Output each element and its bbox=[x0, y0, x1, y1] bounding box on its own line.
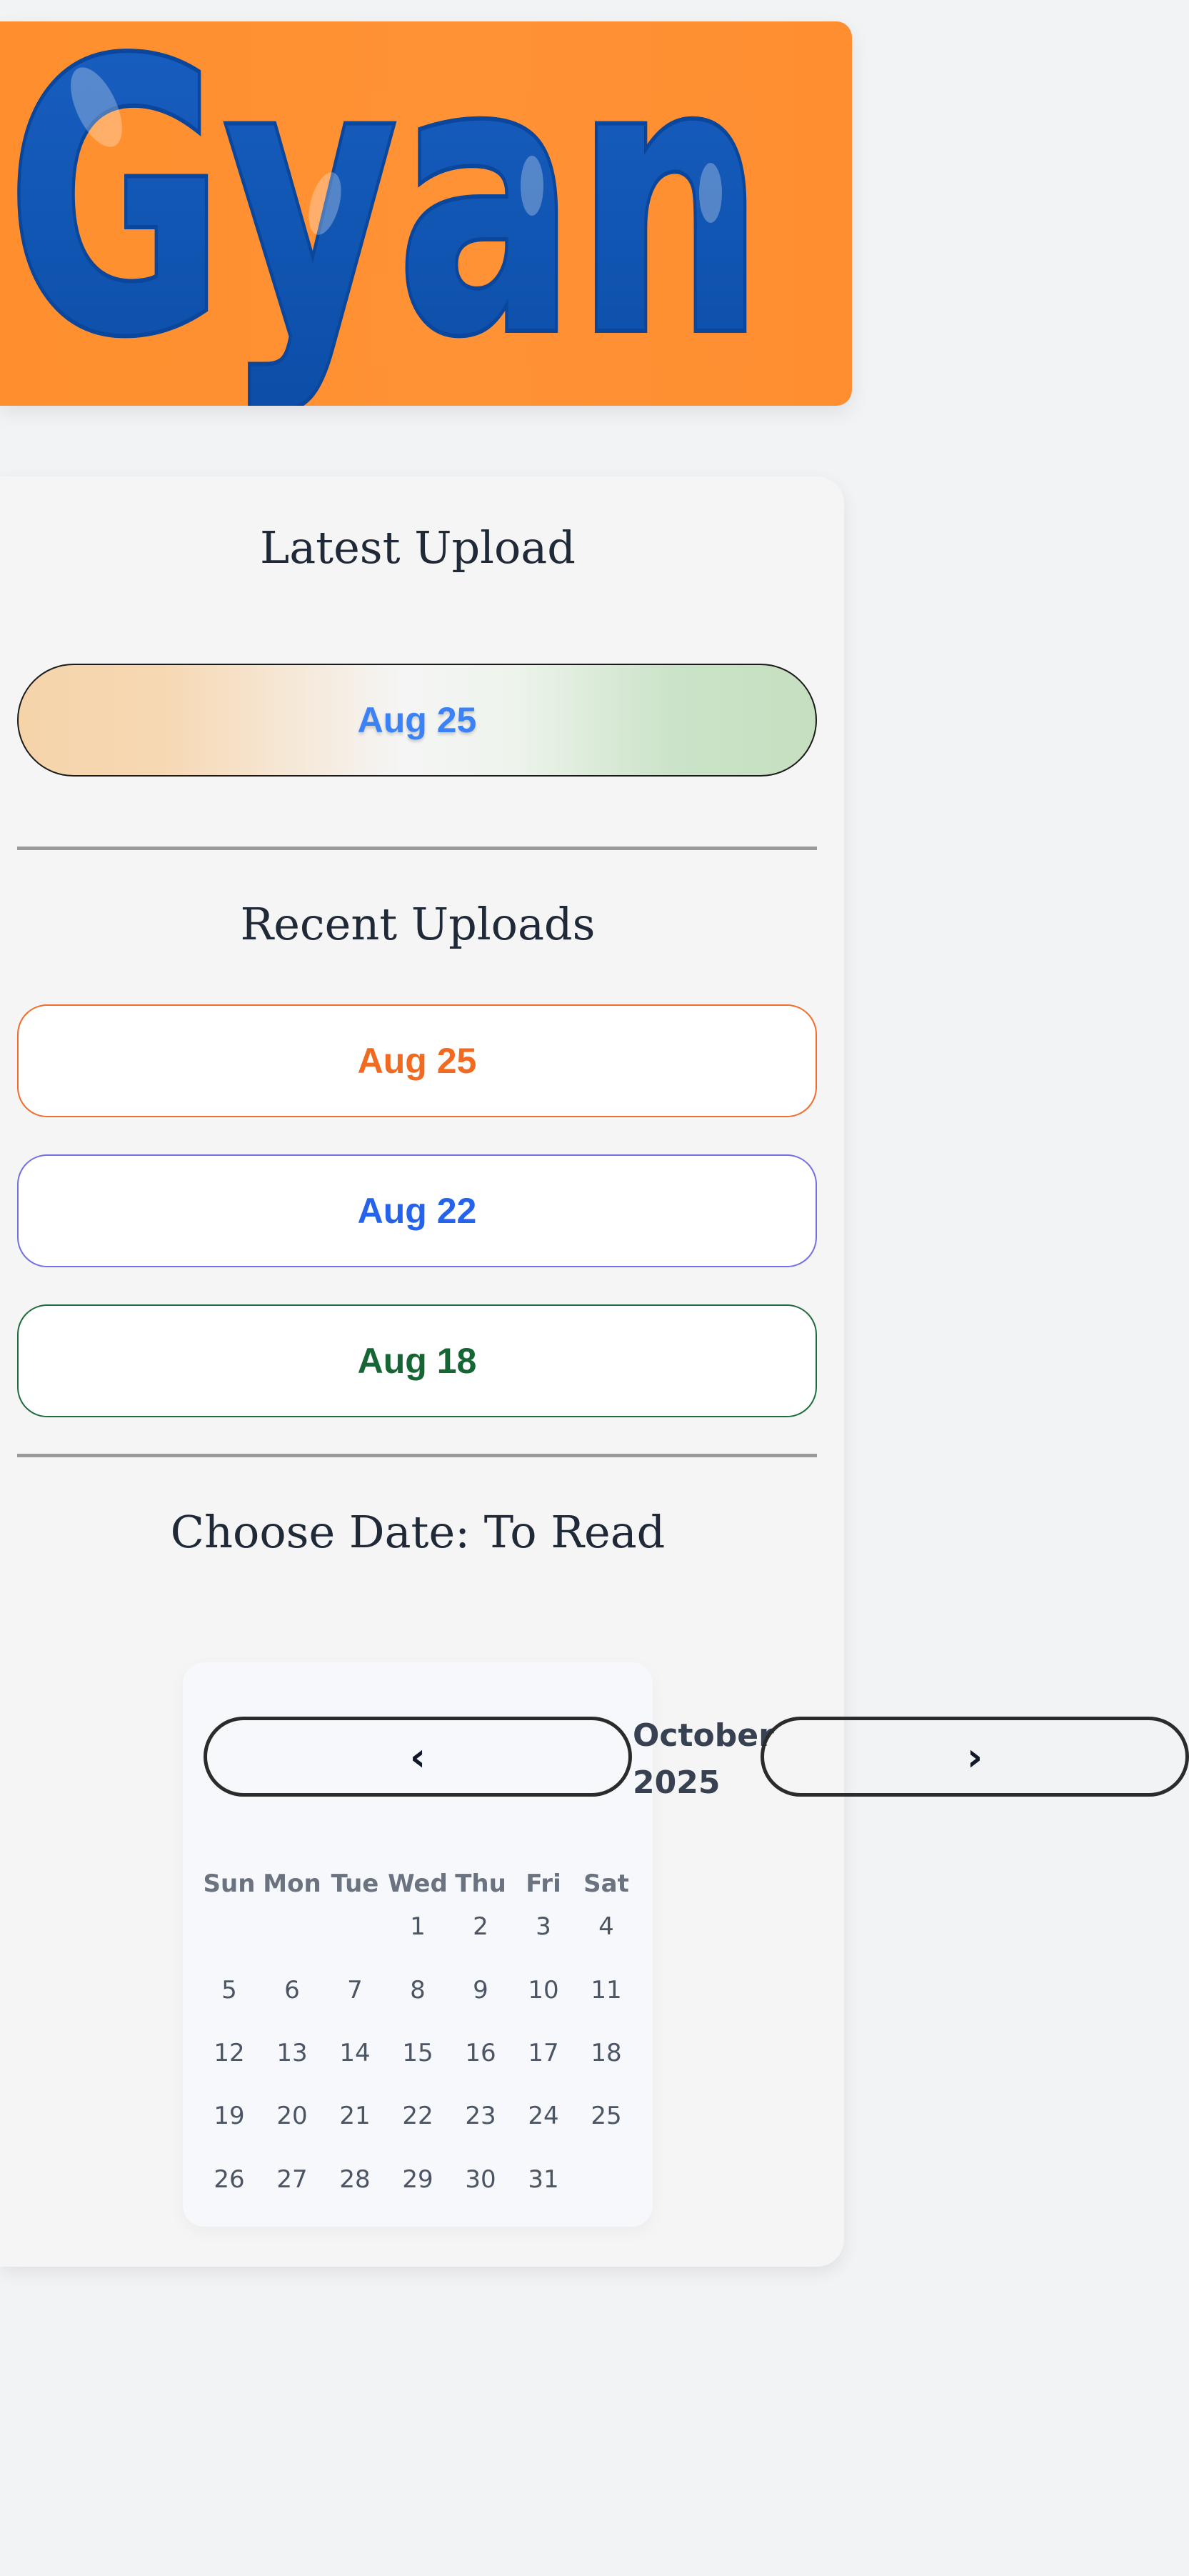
gyan-logo: Gyan bbox=[3, 21, 768, 406]
choose-date-title: Choose Date: To Read bbox=[170, 1506, 666, 1558]
calendar-day[interactable]: 26 bbox=[198, 2162, 261, 2197]
calendar-day[interactable]: 17 bbox=[512, 2035, 575, 2071]
recent-upload-aug-18-button[interactable]: Aug 18 bbox=[17, 1304, 817, 1417]
logo-text: Gyan bbox=[7, 21, 764, 406]
weekday-sat: Sat bbox=[583, 1869, 629, 1898]
calendar-day[interactable]: 27 bbox=[261, 2162, 323, 2197]
weekday-sun: Sun bbox=[203, 1869, 256, 1898]
divider bbox=[17, 847, 817, 850]
weekday-wed: Wed bbox=[388, 1869, 448, 1898]
calendar-day[interactable]: 10 bbox=[512, 1972, 575, 2008]
calendar-day[interactable]: 11 bbox=[575, 1972, 638, 2008]
calendar-day[interactable]: 23 bbox=[449, 2098, 512, 2134]
calendar-day[interactable]: 25 bbox=[575, 2098, 638, 2134]
calendar-day[interactable]: 24 bbox=[512, 2098, 575, 2134]
calendar-day[interactable]: 9 bbox=[449, 1972, 512, 2008]
calendar-day[interactable]: 2 bbox=[449, 1909, 512, 1945]
logo-banner: Gyan bbox=[0, 21, 852, 406]
calendar-day[interactable]: 6 bbox=[261, 1972, 323, 2008]
recent-upload-aug-22-button[interactable]: Aug 22 bbox=[17, 1154, 817, 1267]
calendar-day[interactable]: 18 bbox=[575, 2035, 638, 2071]
calendar-day[interactable]: 20 bbox=[261, 2098, 323, 2134]
calendar-day[interactable]: 12 bbox=[198, 2035, 261, 2071]
next-month-button[interactable]: › bbox=[761, 1717, 1189, 1797]
calendar-day[interactable]: 19 bbox=[198, 2098, 261, 2134]
calendar-day[interactable]: 21 bbox=[323, 2098, 386, 2134]
month-label: October 2025 bbox=[633, 1717, 774, 1801]
calendar-day[interactable]: 5 bbox=[198, 1972, 261, 2008]
calendar-day[interactable]: 14 bbox=[323, 2035, 386, 2071]
weekday-thu: Thu bbox=[455, 1869, 506, 1898]
calendar-day[interactable]: 31 bbox=[512, 2162, 575, 2197]
recent-uploads-title: Recent Uploads bbox=[240, 898, 596, 950]
latest-upload-button[interactable]: Aug 25 bbox=[17, 664, 817, 777]
recent-upload-aug-25-button[interactable]: Aug 25 bbox=[17, 1004, 817, 1117]
weekday-mon: Mon bbox=[263, 1869, 321, 1898]
previous-month-button[interactable]: ‹ bbox=[204, 1717, 632, 1797]
latest-upload-title: Latest Upload bbox=[260, 521, 576, 574]
calendar-day[interactable]: 16 bbox=[449, 2035, 512, 2071]
calendar-day[interactable]: 7 bbox=[323, 1972, 386, 2008]
calendar-day[interactable]: 29 bbox=[386, 2162, 449, 2197]
calendar-day[interactable]: 13 bbox=[261, 2035, 323, 2071]
calendar-day[interactable]: 4 bbox=[575, 1909, 638, 1945]
weekday-fri: Fri bbox=[526, 1869, 561, 1898]
weekday-tue: Tue bbox=[331, 1869, 379, 1898]
calendar-day[interactable]: 15 bbox=[386, 2035, 449, 2071]
calendar-day[interactable]: 22 bbox=[386, 2098, 449, 2134]
calendar-day[interactable]: 3 bbox=[512, 1909, 575, 1945]
divider bbox=[17, 1454, 817, 1457]
calendar-day[interactable]: 28 bbox=[323, 2162, 386, 2197]
calendar-day[interactable]: 30 bbox=[449, 2162, 512, 2197]
calendar-day[interactable]: 8 bbox=[386, 1972, 449, 2008]
calendar-day[interactable]: 1 bbox=[386, 1909, 449, 1945]
